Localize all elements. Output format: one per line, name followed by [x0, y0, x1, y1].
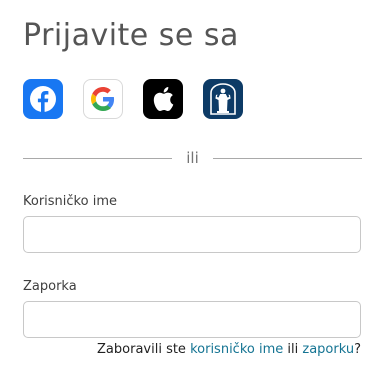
- facebook-login-button[interactable]: [23, 79, 63, 119]
- page-title: Prijavite se sa: [23, 18, 239, 53]
- forgot-username-link[interactable]: korisničko ime: [190, 342, 283, 357]
- church-statue-icon: [210, 83, 236, 115]
- facebook-icon: [30, 86, 56, 112]
- username-field[interactable]: [23, 216, 361, 253]
- apple-login-button[interactable]: [143, 79, 183, 119]
- google-login-button[interactable]: [83, 79, 123, 119]
- forgot-credentials-text: Zaboravili ste korisničko ime ili zapork…: [97, 341, 361, 359]
- divider-text: ili: [186, 149, 199, 167]
- divider-line-left: [23, 157, 173, 159]
- divider-line-right: [212, 157, 363, 159]
- forgot-password-link[interactable]: zaporku: [302, 342, 354, 357]
- forgot-middle: ili: [287, 342, 299, 357]
- forgot-prefix: Zaboravili ste: [97, 342, 186, 357]
- password-field[interactable]: [23, 301, 361, 338]
- church-account-login-button[interactable]: [203, 79, 243, 119]
- google-icon: [91, 87, 115, 111]
- password-label: Zaporka: [23, 279, 77, 294]
- username-label: Korisničko ime: [23, 194, 117, 209]
- or-divider: ili: [23, 148, 363, 168]
- apple-icon: [153, 87, 174, 112]
- social-login-providers: [23, 79, 263, 119]
- forgot-suffix: ?: [354, 342, 361, 357]
